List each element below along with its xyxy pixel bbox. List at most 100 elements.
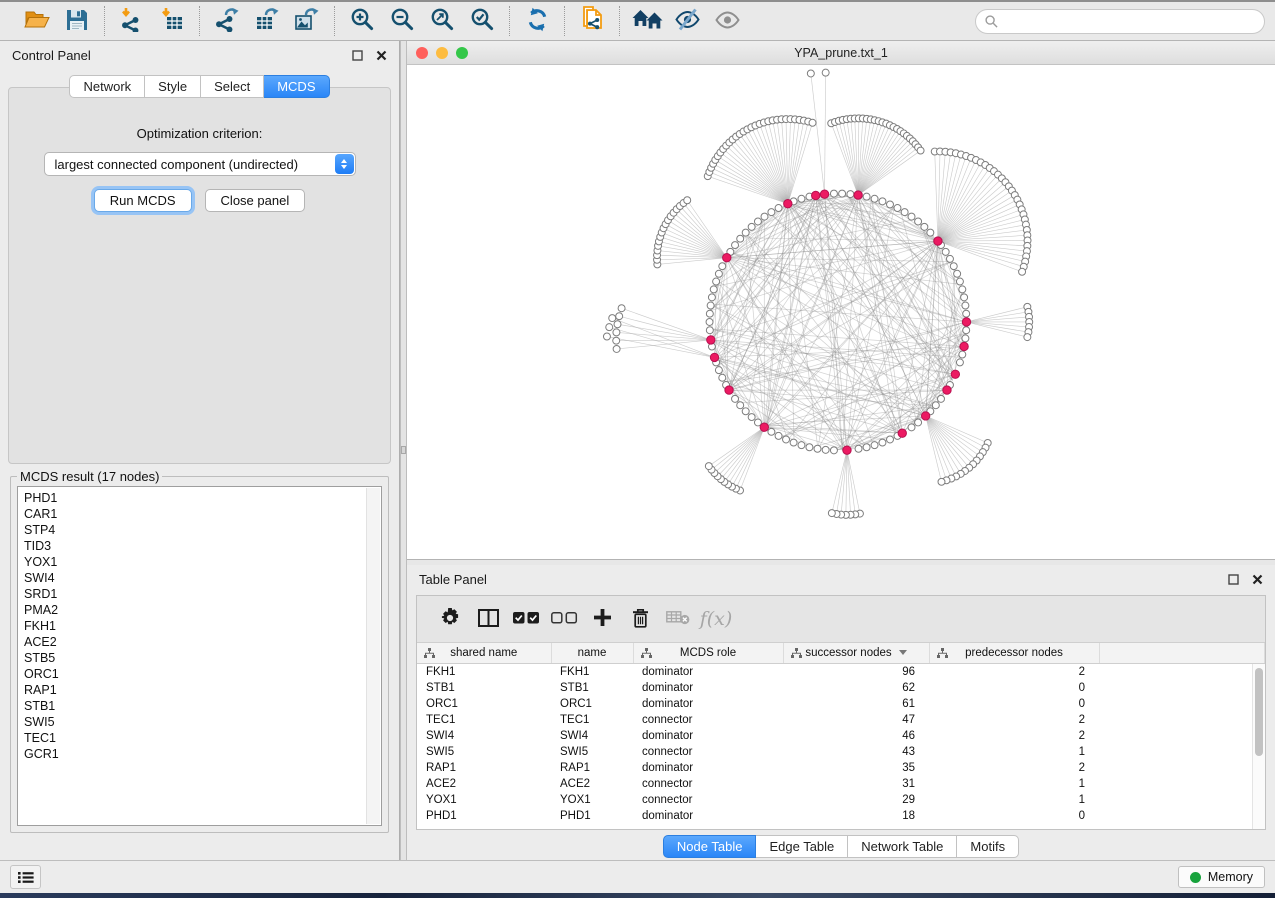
mcds-result-item[interactable]: PMA2 [24, 602, 367, 618]
mcds-result-item[interactable]: ORC1 [24, 666, 367, 682]
table-row[interactable]: SWI5SWI5connector431 [417, 744, 1265, 760]
search-icon [985, 15, 998, 28]
table-row[interactable]: SWI4SWI4dominator462 [417, 728, 1265, 744]
mcds-result-item[interactable]: SWI5 [24, 714, 367, 730]
columns-button[interactable] [469, 596, 507, 642]
cell-text: connector [633, 744, 783, 760]
table-delete-button[interactable] [659, 596, 697, 642]
cell-text: YOX1 [551, 792, 633, 808]
table-row[interactable]: TEC1TEC1connector472 [417, 712, 1265, 728]
memory-button[interactable]: Memory [1178, 866, 1265, 888]
table-tab-network-table[interactable]: Network Table [848, 835, 957, 858]
mcds-result-item[interactable]: FKH1 [24, 618, 367, 634]
column-header-MCDS-role[interactable]: MCDS role [633, 643, 783, 664]
splitter-grip[interactable] [401, 446, 406, 454]
table-scrollbar[interactable] [1252, 664, 1265, 829]
cell-number: 0 [929, 696, 1099, 712]
float-table-panel-icon[interactable] [1228, 574, 1239, 585]
column-header-successor-nodes[interactable]: successor nodes [783, 643, 929, 664]
table-tab-edge-table[interactable]: Edge Table [756, 835, 848, 858]
mcds-result-item[interactable]: STB5 [24, 650, 367, 666]
vertical-splitter[interactable] [400, 41, 407, 860]
export-image-button[interactable] [287, 6, 327, 36]
eye-button[interactable] [707, 6, 747, 36]
selected-criterion: largest connected component (undirected) [55, 157, 299, 172]
float-panel-icon[interactable] [352, 50, 363, 61]
eye-slash-button[interactable] [667, 6, 707, 36]
window-close-button[interactable] [416, 47, 428, 59]
mcds-result-item[interactable]: YOX1 [24, 554, 367, 570]
task-history-button[interactable] [10, 865, 41, 889]
checked-boxes-button[interactable] [507, 596, 545, 642]
mcds-result-item[interactable]: GCR1 [24, 746, 367, 762]
tab-select[interactable]: Select [201, 75, 264, 98]
mcds-result-item[interactable]: PHD1 [24, 490, 367, 506]
run-mcds-button[interactable]: Run MCDS [94, 189, 192, 212]
mcds-result-item[interactable]: TEC1 [24, 730, 367, 746]
cell-text: PHD1 [551, 808, 633, 824]
houses-button[interactable] [627, 6, 667, 36]
mcds-result-item[interactable]: CAR1 [24, 506, 367, 522]
mcds-result-item[interactable]: STP4 [24, 522, 367, 538]
table-row[interactable]: RAP1RAP1dominator352 [417, 760, 1265, 776]
zoom-fit-button[interactable] [422, 6, 462, 36]
mcds-result-item[interactable]: RAP1 [24, 682, 367, 698]
document-share-button[interactable] [572, 6, 612, 36]
tab-network[interactable]: Network [69, 75, 145, 98]
table-row[interactable]: YOX1YOX1connector291 [417, 792, 1265, 808]
mcds-tab-pane: Optimization criterion: largest connecte… [8, 87, 391, 464]
unchecked-boxes-button[interactable] [545, 596, 583, 642]
table-row[interactable]: PHD1PHD1dominator180 [417, 808, 1265, 824]
tab-mcds[interactable]: MCDS [264, 75, 329, 98]
trash-button[interactable] [621, 596, 659, 642]
export-table-icon [254, 7, 281, 35]
zoom-selected-button[interactable] [462, 6, 502, 36]
table-row[interactable]: ORC1ORC1dominator610 [417, 696, 1265, 712]
table-tab-motifs[interactable]: Motifs [957, 835, 1019, 858]
cell-number: 1 [929, 744, 1099, 760]
export-network-button[interactable] [207, 6, 247, 36]
mcds-result-item[interactable]: TID3 [24, 538, 367, 554]
table-scrollbar-thumb[interactable] [1255, 668, 1263, 756]
column-header-name[interactable]: name [551, 643, 633, 664]
table-row[interactable]: ACE2ACE2connector311 [417, 776, 1265, 792]
search-input[interactable] [1004, 13, 1255, 29]
mcds-result-item[interactable]: STB1 [24, 698, 367, 714]
cell-text: dominator [633, 664, 783, 681]
refresh-button[interactable] [517, 6, 557, 36]
window-minimize-button[interactable] [436, 47, 448, 59]
import-network-icon [119, 7, 146, 35]
save-button[interactable] [57, 6, 97, 36]
save-icon [66, 9, 88, 34]
zoom-out-button[interactable] [382, 6, 422, 36]
table-row[interactable]: FKH1FKH1dominator962 [417, 664, 1265, 681]
function-button[interactable]: f(x) [697, 596, 735, 642]
tab-style[interactable]: Style [145, 75, 201, 98]
export-table-button[interactable] [247, 6, 287, 36]
optimization-criterion-select[interactable]: largest connected component (undirected) [44, 152, 356, 176]
column-header-predecessor-nodes[interactable]: predecessor nodes [929, 643, 1099, 664]
network-canvas[interactable] [407, 65, 1275, 559]
column-header-shared-name[interactable]: shared name [417, 643, 551, 664]
close-table-panel-icon[interactable] [1252, 574, 1263, 585]
mcds-result-item[interactable]: ACE2 [24, 634, 367, 650]
network-graph[interactable] [407, 65, 1275, 559]
mcds-result-item[interactable]: SRD1 [24, 586, 367, 602]
close-panel-button[interactable]: Close panel [205, 189, 306, 212]
cell-text: TEC1 [417, 712, 551, 728]
window-zoom-button[interactable] [456, 47, 468, 59]
table-tab-node-table[interactable]: Node Table [663, 835, 757, 858]
import-table-button[interactable] [152, 6, 192, 36]
close-panel-icon[interactable] [376, 50, 387, 61]
cell-text: RAP1 [417, 760, 551, 776]
table-row[interactable]: STB1STB1dominator620 [417, 680, 1265, 696]
toolbar-button-groups [10, 6, 754, 36]
plus-button[interactable] [583, 596, 621, 642]
gear-button[interactable] [431, 596, 469, 642]
cell-text: dominator [633, 680, 783, 696]
import-network-button[interactable] [112, 6, 152, 36]
result-list-scrollbar[interactable] [366, 488, 380, 824]
zoom-in-button[interactable] [342, 6, 382, 36]
open-folder-button[interactable] [17, 6, 57, 36]
mcds-result-item[interactable]: SWI4 [24, 570, 367, 586]
